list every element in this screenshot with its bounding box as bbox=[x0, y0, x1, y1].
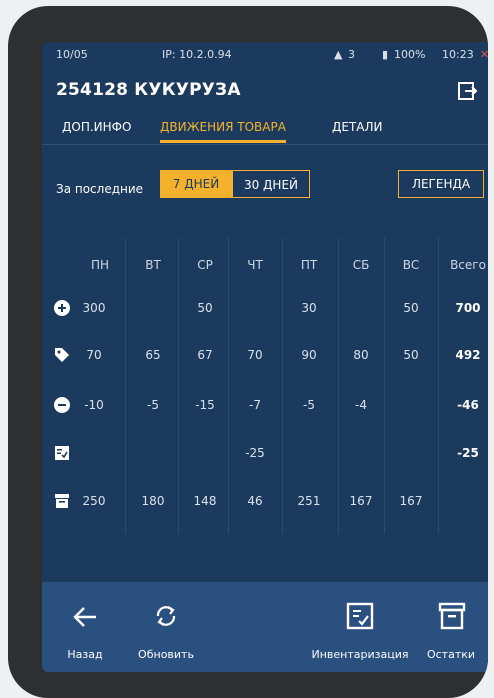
column-divider bbox=[228, 238, 229, 534]
column-divider bbox=[384, 238, 385, 534]
table-cell: 30 bbox=[301, 301, 317, 315]
tab-extra-info[interactable]: ДОП.ИНФО bbox=[62, 120, 131, 140]
table-cell: 251 bbox=[297, 494, 321, 508]
table-cell: 50 bbox=[403, 348, 419, 362]
users-icon: ▲ bbox=[334, 48, 343, 61]
row-total: -46 bbox=[457, 398, 479, 412]
column-header-sat: СБ bbox=[352, 258, 370, 272]
back-label: Назад bbox=[67, 648, 103, 661]
column-divider bbox=[282, 238, 283, 534]
table-cell: 90 bbox=[301, 348, 317, 362]
table-cell: 167 bbox=[349, 494, 373, 508]
period-label: За последние bbox=[56, 182, 144, 196]
column-header-thu: ЧТ bbox=[247, 258, 263, 272]
period-30-days-button[interactable]: 30 ДНЕЙ bbox=[232, 170, 310, 198]
column-divider bbox=[338, 238, 339, 534]
table-cell: 70 bbox=[247, 348, 263, 362]
battery-icon: ▮ bbox=[382, 48, 389, 61]
archive-box-icon bbox=[55, 494, 69, 508]
table-cell: 300 bbox=[82, 301, 106, 315]
back-button[interactable]: Назад bbox=[50, 582, 120, 672]
column-divider bbox=[125, 238, 126, 534]
table-cell: -5 bbox=[147, 398, 159, 412]
page-title: 254128 КУКУРУЗА bbox=[56, 80, 241, 100]
table-cell: 70 bbox=[86, 348, 102, 362]
status-bar: 10/05 IP: 10.2.0.94 ▲ 3 ▮ 100% 10:23 ✕ bbox=[42, 42, 488, 66]
table-cell: 67 bbox=[197, 348, 213, 362]
refresh-button[interactable]: Обновить bbox=[126, 582, 206, 672]
status-date: 10/05 bbox=[56, 48, 88, 61]
table-cell: -10 bbox=[84, 398, 104, 412]
tab-movements[interactable]: ДВИЖЕНИЯ ТОВАРА bbox=[160, 120, 286, 143]
refresh-icon bbox=[156, 606, 176, 626]
table-cell: 46 bbox=[247, 494, 263, 508]
column-header-tue: ВТ bbox=[145, 258, 161, 272]
row-total: 492 bbox=[455, 348, 481, 362]
bottom-action-bar: Назад Обновить Инвентаризация Остатки bbox=[42, 582, 488, 672]
inventory-button[interactable]: Инвентаризация bbox=[311, 582, 409, 672]
column-header-fri: ПТ bbox=[300, 258, 318, 272]
table-cell: -15 bbox=[195, 398, 215, 412]
device-frame: 10/05 IP: 10.2.0.94 ▲ 3 ▮ 100% 10:23 ✕ 2… bbox=[8, 6, 488, 698]
status-battery: 100% bbox=[394, 48, 426, 61]
period-7-days-button[interactable]: 7 ДНЕЙ bbox=[160, 170, 232, 198]
table-cell: -7 bbox=[249, 398, 261, 412]
archive-box-icon bbox=[438, 602, 466, 630]
table-cell: -4 bbox=[355, 398, 367, 412]
table-cell: 180 bbox=[141, 494, 165, 508]
tab-bar: ДОП.ИНФО ДВИЖЕНИЯ ТОВАРА ДЕТАЛИ bbox=[42, 112, 488, 145]
inventory-label: Инвентаризация bbox=[311, 648, 409, 661]
table-cell: 80 bbox=[353, 348, 369, 362]
table-cell: 250 bbox=[82, 494, 106, 508]
column-divider bbox=[178, 238, 179, 534]
row-total: -25 bbox=[457, 446, 479, 460]
table-cell: 167 bbox=[399, 494, 423, 508]
inventory-check-icon bbox=[346, 602, 374, 630]
stock-label: Остатки bbox=[426, 648, 476, 661]
legend-button[interactable]: ЛЕГЕНДА bbox=[398, 170, 484, 198]
refresh-label: Обновить bbox=[138, 648, 194, 661]
inventory-check-icon bbox=[55, 446, 69, 460]
arrow-left-icon bbox=[73, 607, 96, 627]
table-cell: 50 bbox=[197, 301, 213, 315]
stock-button[interactable]: Остатки bbox=[414, 582, 488, 672]
exit-icon[interactable] bbox=[456, 80, 478, 102]
tag-icon bbox=[55, 348, 69, 362]
column-header-sun: ВС bbox=[402, 258, 420, 272]
table-cell: -25 bbox=[245, 446, 265, 460]
status-ip: IP: 10.2.0.94 bbox=[162, 48, 232, 61]
table-cell: 50 bbox=[403, 301, 419, 315]
status-users: 3 bbox=[348, 48, 355, 61]
row-total: 700 bbox=[455, 301, 481, 315]
app-screen: 10/05 IP: 10.2.0.94 ▲ 3 ▮ 100% 10:23 ✕ 2… bbox=[42, 42, 488, 672]
column-header-wed: СР bbox=[197, 258, 213, 272]
table-cell: 148 bbox=[193, 494, 217, 508]
column-header-total: Всего bbox=[450, 258, 486, 272]
table-cell: 65 bbox=[145, 348, 161, 362]
column-header-mon: ПН bbox=[90, 258, 110, 272]
status-time: 10:23 bbox=[442, 48, 474, 61]
column-divider bbox=[438, 238, 439, 534]
plus-circle-icon bbox=[54, 300, 70, 316]
minus-circle-icon bbox=[54, 397, 70, 413]
tab-details[interactable]: ДЕТАЛИ bbox=[332, 120, 383, 140]
signal-icon: ✕ bbox=[480, 48, 488, 61]
table-cell: -5 bbox=[303, 398, 315, 412]
